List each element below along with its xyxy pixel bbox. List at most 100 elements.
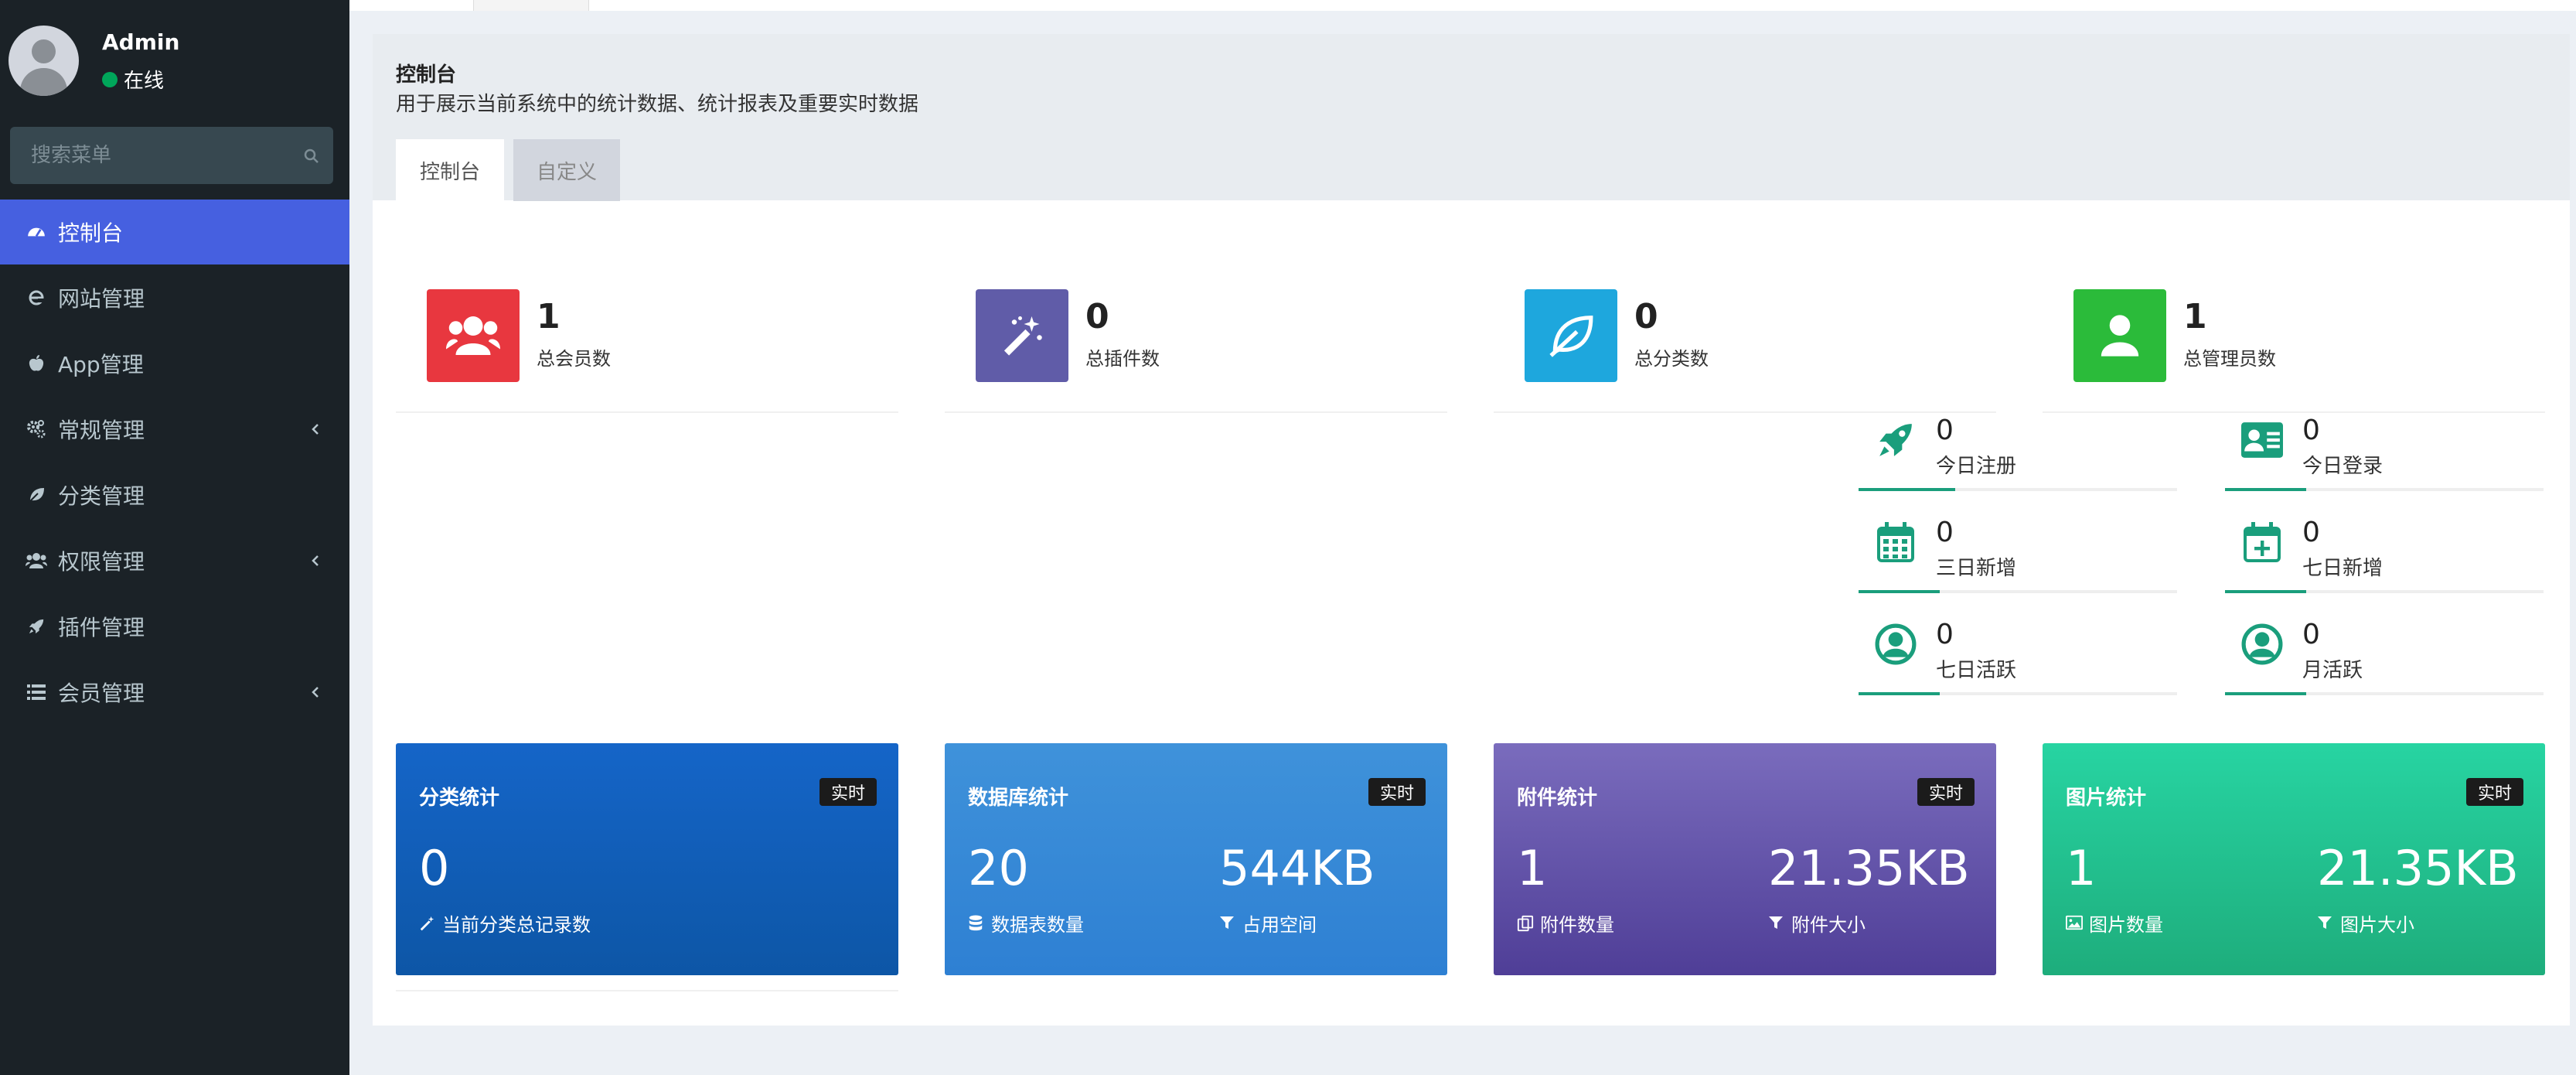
- card-label: 图片数量: [2066, 909, 2163, 937]
- card-database-stats: 数据库统计 实时 20 数据表数量 544KB 占用空间: [945, 743, 1447, 975]
- card-value: 544KB: [1219, 840, 1375, 896]
- filter-icon: [2317, 915, 2334, 932]
- info-value: 1: [2183, 297, 2207, 336]
- info-label: 总分类数: [1634, 348, 1709, 370]
- sidebar-item-members[interactable]: 会员管理: [0, 660, 349, 725]
- card-title: 图片统计: [2066, 787, 2147, 810]
- sidebar-item-plugins[interactable]: 插件管理: [0, 594, 349, 659]
- user-icon: [2073, 289, 2166, 382]
- realtime-badge: 实时: [2466, 778, 2523, 806]
- search-input[interactable]: [10, 127, 288, 184]
- stat-label: 今日注册: [1936, 455, 2017, 478]
- card-title: 附件统计: [1517, 787, 1598, 810]
- stat-label: 七日活跃: [1936, 659, 2017, 682]
- sidebar-item-label: 控制台: [58, 220, 124, 246]
- sidebar-item-permissions[interactable]: 权限管理: [0, 528, 349, 593]
- filter-icon: [1219, 915, 1236, 932]
- sidebar-item-general[interactable]: 常规管理: [0, 397, 349, 462]
- top-navbar: [349, 0, 2576, 11]
- sidebar: Admin 在线 控制台 网站管理 App管理 常规管理: [0, 0, 349, 1075]
- dashboard-icon: [26, 221, 47, 243]
- database-icon: [968, 914, 985, 932]
- nav-tab[interactable]: [473, 0, 589, 11]
- user-status-label: 在线: [124, 70, 165, 93]
- search-box: [10, 127, 333, 184]
- page-title: 控制台: [396, 63, 457, 87]
- calendar-plus-icon: [2240, 520, 2284, 564]
- rocket-icon: [1874, 418, 1917, 462]
- user-circle-icon: [2240, 623, 2284, 666]
- sidebar-item-label: 分类管理: [58, 483, 145, 509]
- divider: [396, 990, 898, 991]
- stat-value: 0: [1936, 415, 1954, 446]
- filter-icon: [1768, 915, 1785, 932]
- sidebar-item-app[interactable]: App管理: [0, 331, 349, 396]
- users-icon: [427, 289, 520, 382]
- stat-progress-bar: [2225, 590, 2544, 593]
- info-box-members: 1 总会员数: [396, 254, 898, 413]
- card-label-text: 图片大小: [2340, 914, 2414, 936]
- user-status: 在线: [102, 65, 164, 94]
- info-box-categories: 0 总分类数: [1494, 254, 1996, 413]
- info-value: 0: [1634, 297, 1658, 336]
- info-label: 总插件数: [1085, 348, 1160, 370]
- card-label: 图片大小: [2317, 909, 2414, 937]
- card-value: 21.35KB: [2317, 840, 2519, 896]
- calendar-icon: [1874, 520, 1917, 564]
- stat-seven-day-active: 0 七日活跃: [1859, 596, 2177, 695]
- card-value: 1: [2066, 840, 2097, 896]
- card-category-stats: 分类统计 实时 0 当前分类总记录数: [396, 743, 898, 975]
- card-label: 当前分类总记录数: [419, 909, 591, 937]
- info-value: 0: [1085, 297, 1109, 336]
- card-label-text: 图片数量: [2089, 914, 2163, 936]
- apple-icon: [26, 353, 47, 374]
- magic-icon: [976, 289, 1068, 382]
- stat-today-login: 0 今日登录: [2225, 391, 2544, 491]
- vcard-icon: [2240, 418, 2284, 462]
- realtime-badge: 实时: [1368, 778, 1426, 806]
- card-title: 数据库统计: [968, 787, 1069, 810]
- rocket-icon: [26, 616, 47, 637]
- info-label: 总管理员数: [2183, 348, 2276, 370]
- stat-label: 今日登录: [2302, 455, 2383, 478]
- stat-value: 0: [2302, 517, 2320, 548]
- stat-today-register: 0 今日注册: [1859, 391, 2177, 491]
- card-value: 20: [968, 840, 1029, 896]
- info-box-plugins: 0 总插件数: [945, 254, 1447, 413]
- sidebar-item-label: 会员管理: [58, 681, 145, 706]
- card-label-text: 当前分类总记录数: [442, 914, 591, 936]
- sidebar-item-dashboard[interactable]: 控制台: [0, 200, 349, 264]
- user-panel: Admin 在线: [0, 0, 349, 124]
- info-value: 1: [537, 297, 561, 336]
- sidebar-item-website[interactable]: 网站管理: [0, 265, 349, 330]
- sidebar-item-category[interactable]: 分类管理: [0, 462, 349, 527]
- card-image-stats: 图片统计 实时 1 图片数量 21.35KB 图片大小: [2043, 743, 2545, 975]
- search-icon[interactable]: [302, 147, 321, 166]
- panel-heading: 控制台 用于展示当前系统中的统计数据、统计报表及重要实时数据 控制台 自定义: [373, 34, 2570, 201]
- card-value: 21.35KB: [1768, 840, 1970, 896]
- sidebar-item-label: 权限管理: [58, 549, 145, 575]
- chevron-left-icon: [312, 424, 319, 435]
- stat-label: 月活跃: [2302, 659, 2363, 682]
- stat-progress-bar: [1859, 488, 2177, 491]
- card-label-text: 附件大小: [1791, 914, 1866, 936]
- stat-monthly-active: 0 月活跃: [2225, 596, 2544, 695]
- ie-icon: [26, 287, 47, 309]
- avatar[interactable]: [9, 26, 79, 96]
- card-label-text: 附件数量: [1540, 914, 1614, 936]
- card-label: 附件大小: [1768, 909, 1866, 937]
- tab-dashboard[interactable]: 控制台: [396, 139, 504, 201]
- stat-progress-bar: [2225, 692, 2544, 695]
- info-box-admins: 1 总管理员数: [2043, 254, 2545, 413]
- card-title: 分类统计: [419, 787, 500, 810]
- chevron-left-icon: [312, 687, 319, 698]
- cogs-icon: [26, 418, 47, 440]
- stat-value: 0: [2302, 415, 2320, 446]
- info-label: 总会员数: [537, 348, 611, 370]
- stat-progress-bar: [2225, 488, 2544, 491]
- users-icon: [26, 550, 47, 572]
- sidebar-item-label: 插件管理: [58, 615, 145, 640]
- user-circle-icon: [1874, 623, 1917, 666]
- realtime-badge: 实时: [819, 778, 877, 806]
- tab-custom[interactable]: 自定义: [513, 139, 620, 201]
